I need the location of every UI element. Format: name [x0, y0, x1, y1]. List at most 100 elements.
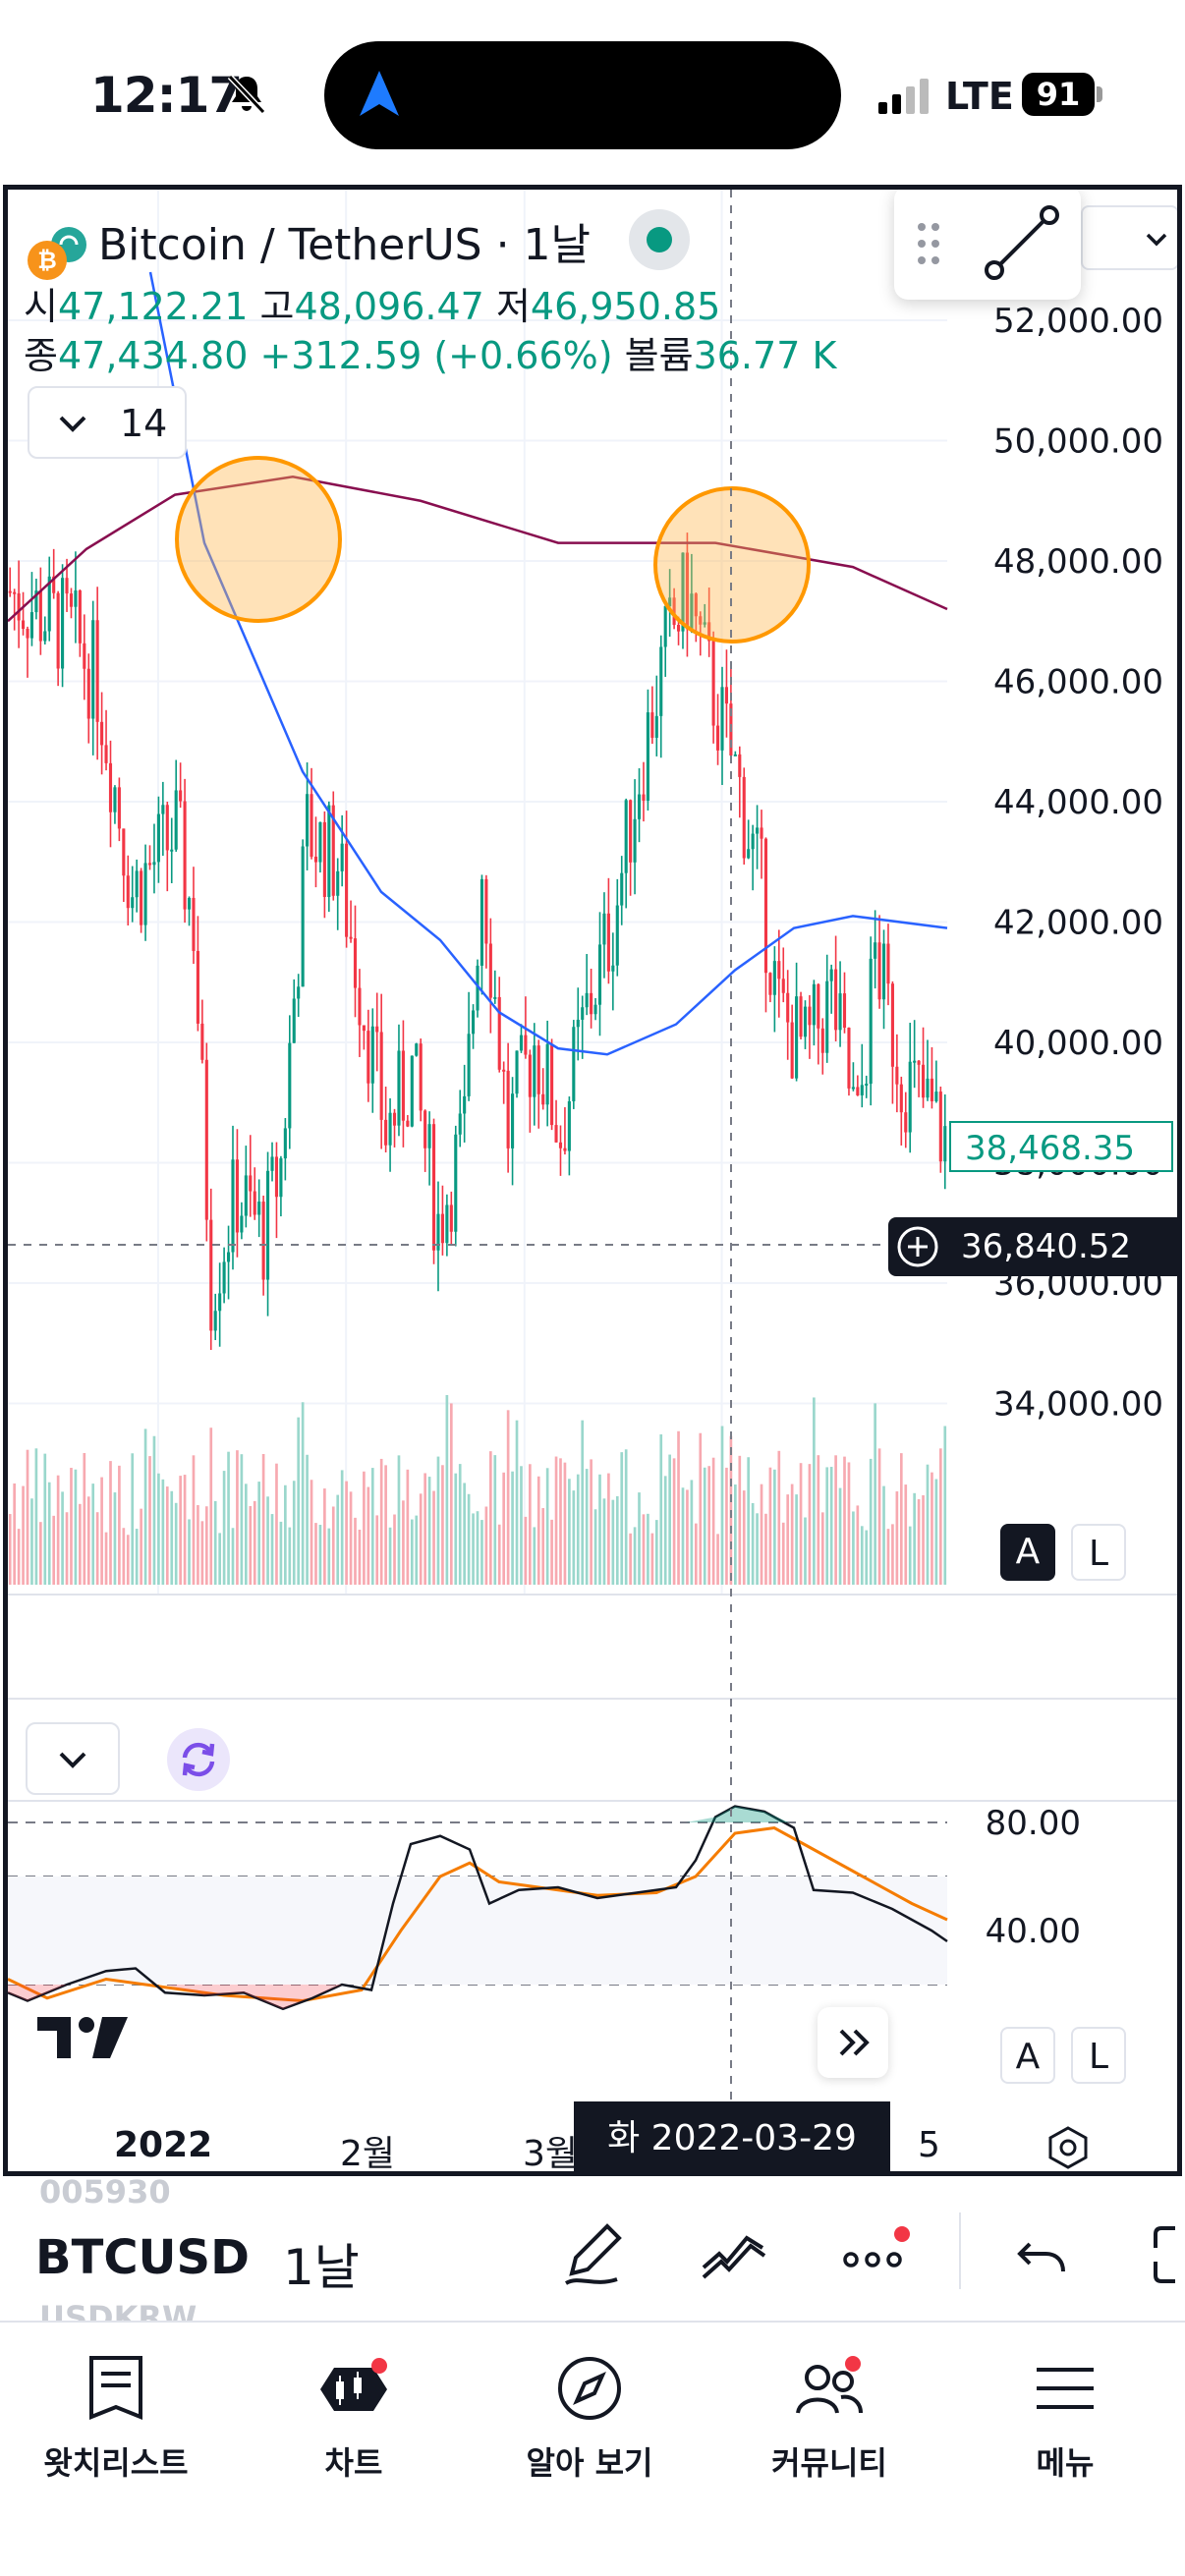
price-tick-label: 48,000.00 [993, 542, 1163, 582]
market-status-indicator[interactable] [629, 209, 690, 270]
candle-body [431, 1124, 436, 1251]
candle-body [541, 1093, 545, 1105]
nav-watchlist[interactable]: 왓치리스트 [8, 2352, 224, 2484]
dropdown-button[interactable] [1081, 205, 1177, 270]
volume-bar [938, 1448, 942, 1585]
nav-explore[interactable]: 알아 보기 [481, 2352, 698, 2484]
volume-bar [677, 1430, 680, 1585]
candle-body [240, 1215, 244, 1233]
volume-bar [379, 1458, 383, 1585]
candle-body [140, 870, 143, 925]
volume-bar [699, 1432, 703, 1585]
fullscreen-icon[interactable] [1150, 2218, 1185, 2291]
drag-handle-icon[interactable] [914, 219, 943, 268]
battery-nub [1097, 86, 1102, 102]
candle-body [890, 983, 894, 1067]
volume-bar [218, 1533, 221, 1585]
length-value: 14 [120, 402, 168, 445]
candle-body [624, 800, 628, 873]
volume-bar [886, 1529, 890, 1585]
candle-body [528, 1054, 532, 1097]
candle-body [370, 1026, 374, 1084]
candle-body [545, 1043, 549, 1105]
volume-bar [781, 1522, 785, 1585]
volume-bar [384, 1465, 387, 1585]
candle-body [860, 1085, 864, 1095]
candle-body [297, 986, 301, 999]
sync-button[interactable] [167, 1728, 230, 1791]
nav-chart[interactable]: 차트 [246, 2352, 462, 2484]
indicator-length-toggle[interactable]: 14 [28, 386, 187, 459]
volume-bar [197, 1505, 199, 1585]
candle-body [288, 1042, 292, 1129]
candle-body [633, 818, 637, 863]
candle-body [340, 843, 344, 871]
settings-hexagon-icon[interactable] [1045, 2125, 1091, 2170]
candle-body [856, 1087, 860, 1095]
trend-line-icon[interactable] [983, 203, 1061, 282]
candle-body [904, 1112, 908, 1133]
volume-bar [904, 1484, 908, 1585]
add-alert-button[interactable] [888, 1217, 947, 1276]
timeframe-selector[interactable]: 1날 [283, 2228, 360, 2299]
drawing-tool-popup[interactable] [894, 190, 1081, 300]
volume-bar [423, 1473, 426, 1585]
candle-body [204, 1059, 208, 1220]
indicator-collapse-button[interactable] [26, 1722, 120, 1795]
candle-body [427, 1124, 431, 1148]
nav-community[interactable]: 커뮤니티 [721, 2352, 937, 2484]
indicator-log-scale-button[interactable]: L [1071, 2027, 1126, 2084]
candle-body [17, 592, 21, 621]
volume-bar [113, 1492, 117, 1585]
nav-menu[interactable]: 메뉴 [957, 2352, 1173, 2484]
volume-bar [79, 1503, 82, 1585]
auto-scale-button[interactable]: A [1000, 1524, 1055, 1581]
volume-bar [852, 1511, 855, 1585]
chart-canvas[interactable]: 52,000.00 50,000.00 48,000.00 46,000.00 44,0… [8, 190, 1177, 2171]
volume-bar [598, 1474, 601, 1585]
nav-label-explore: 알아 보기 [526, 2444, 653, 2482]
candle-body [519, 1035, 524, 1051]
scroll-to-realtime-button[interactable] [818, 2007, 888, 2078]
candle-body [131, 897, 135, 909]
volume-bar [17, 1529, 21, 1585]
volume-label: 볼륨 [624, 334, 694, 377]
volume-bar [647, 1513, 649, 1585]
candle-body [345, 843, 349, 937]
volume-bar [30, 1498, 33, 1585]
volume-bar [593, 1509, 597, 1585]
symbol-selector[interactable]: BTCUSD [35, 2230, 250, 2285]
volume-bar [913, 1492, 916, 1585]
volume-bar [502, 1472, 506, 1585]
candle-body [410, 1055, 414, 1127]
candle-body [143, 863, 147, 925]
symbol-title[interactable]: Bitcoin / TetherUS · 1날 [98, 209, 591, 272]
candle-body [279, 1158, 283, 1198]
volume-bar [74, 1469, 78, 1585]
candle-body [711, 641, 715, 726]
candle-body [349, 936, 353, 939]
indicator-auto-scale-button[interactable]: A [1000, 2027, 1055, 2084]
candle-body [550, 1043, 554, 1126]
more-tools-icon[interactable] [837, 2218, 916, 2291]
volume-bar [804, 1517, 807, 1585]
volume-bar [633, 1527, 637, 1585]
trend-tools-icon[interactable] [698, 2218, 770, 2291]
volume-bar [236, 1450, 239, 1585]
log-scale-button[interactable]: L [1071, 1524, 1126, 1581]
volume-bar [790, 1484, 794, 1585]
candle-body [56, 592, 60, 669]
volume-bar [222, 1471, 226, 1585]
volume-bar [126, 1535, 130, 1585]
candle-body [161, 805, 165, 814]
candle-body [117, 787, 121, 829]
volume-bar [917, 1499, 921, 1585]
undo-icon[interactable] [1012, 2218, 1075, 2291]
pen-draw-icon[interactable] [558, 2218, 631, 2291]
chart-area[interactable]: 52,000.00 50,000.00 48,000.00 46,000.00 44,0… [3, 185, 1182, 2176]
candle-body [152, 862, 156, 866]
volume-bar [786, 1494, 790, 1585]
open-label: 시 [24, 285, 58, 328]
candle-body [659, 646, 663, 716]
volume-bar [174, 1502, 178, 1585]
